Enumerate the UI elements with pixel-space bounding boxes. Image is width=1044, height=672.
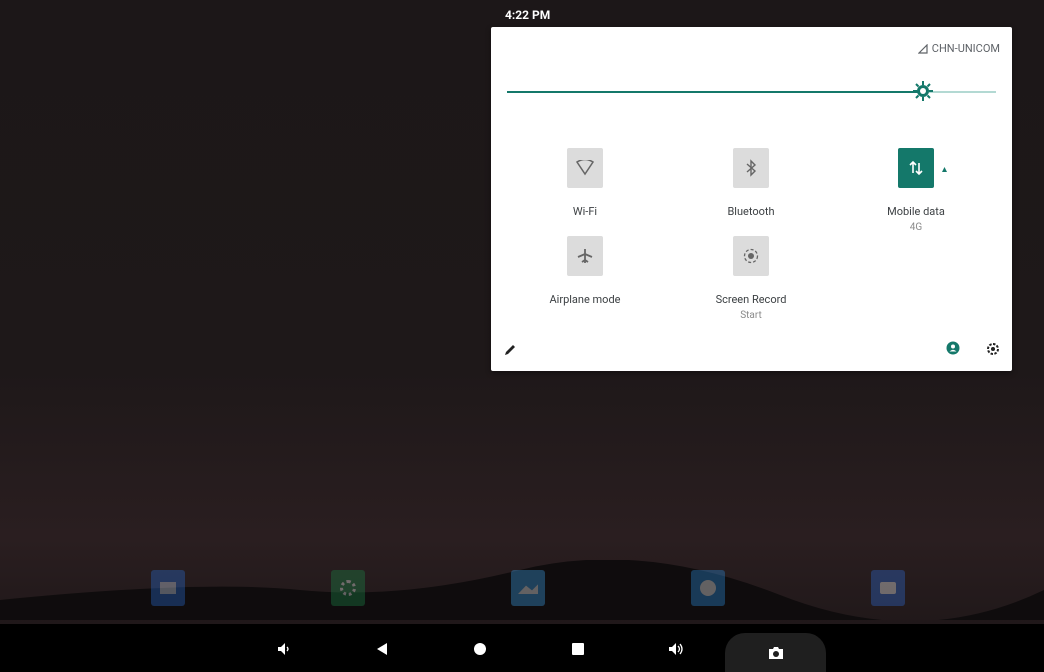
volume-up-button[interactable] (665, 638, 687, 660)
bluetooth-tile-button[interactable] (733, 148, 769, 188)
tile-mobile-data[interactable]: Mobile data 4G (846, 148, 986, 233)
wifi-icon (576, 160, 594, 176)
brightness-thumb-icon[interactable] (913, 81, 933, 101)
settings-gear-icon[interactable] (986, 342, 1000, 356)
screenshot-button[interactable] (725, 633, 826, 672)
carrier-indicator: CHN-UNICOM (917, 42, 1000, 55)
airplane-label: Airplane mode (549, 293, 621, 306)
globe-glyph (700, 580, 716, 596)
brightness-track (923, 91, 996, 93)
folder-glyph (160, 582, 176, 594)
mobile-data-tile-button[interactable] (898, 148, 934, 188)
brightness-track-fill (507, 91, 923, 93)
screen-record-icon (743, 248, 759, 264)
recents-button[interactable] (567, 638, 589, 660)
back-button[interactable] (371, 638, 393, 660)
wifi-tile-button[interactable] (567, 148, 603, 188)
expand-arrow-icon[interactable] (942, 167, 947, 172)
tile-bluetooth[interactable]: Bluetooth (681, 148, 821, 218)
navigation-bar (0, 624, 1044, 672)
tile-wifi[interactable]: Wi-Fi (515, 148, 655, 218)
mobile-data-icon (909, 160, 923, 176)
files-icon[interactable] (151, 570, 185, 606)
camera-app-icon[interactable] (871, 570, 905, 606)
screen-record-sub: Start (740, 310, 762, 321)
tile-screen-record[interactable]: Screen Record Start (681, 236, 821, 321)
screen-record-tile-button[interactable] (733, 236, 769, 276)
volume-up-icon (669, 643, 683, 655)
quick-settings-panel: CHN-UNICOM Wi-Fi Bluetooth Mobile data 4… (491, 27, 1012, 371)
brightness-slider[interactable] (507, 81, 996, 101)
edit-pencil-icon[interactable] (503, 343, 517, 357)
status-time: 4:22 PM (505, 8, 551, 22)
mobile-data-label: Mobile data (887, 205, 945, 218)
signal-icon (917, 43, 928, 54)
settings-app-icon[interactable] (331, 570, 365, 606)
mountain-glyph (518, 584, 538, 594)
airplane-icon (577, 249, 593, 263)
airplane-tile-button[interactable] (567, 236, 603, 276)
gear-glyph (340, 580, 356, 596)
user-account-icon[interactable] (946, 341, 960, 355)
bluetooth-label: Bluetooth (727, 205, 775, 218)
carrier-name: CHN-UNICOM (931, 42, 1000, 55)
bluetooth-icon (746, 159, 757, 177)
camera-glyph (880, 582, 896, 594)
mobile-data-sub: 4G (909, 222, 923, 233)
screen-record-label: Screen Record (715, 293, 787, 306)
recents-icon (572, 643, 584, 655)
browser-icon[interactable] (691, 570, 725, 606)
tile-airplane-mode[interactable]: Airplane mode (515, 236, 655, 306)
wifi-label: Wi-Fi (572, 205, 598, 218)
volume-down-button[interactable] (273, 638, 295, 660)
back-icon (377, 643, 387, 655)
home-icon (474, 643, 486, 655)
home-button[interactable] (469, 638, 491, 660)
volume-down-icon (278, 643, 289, 655)
screenshot-icon (768, 646, 783, 659)
gallery-icon[interactable] (511, 570, 545, 606)
